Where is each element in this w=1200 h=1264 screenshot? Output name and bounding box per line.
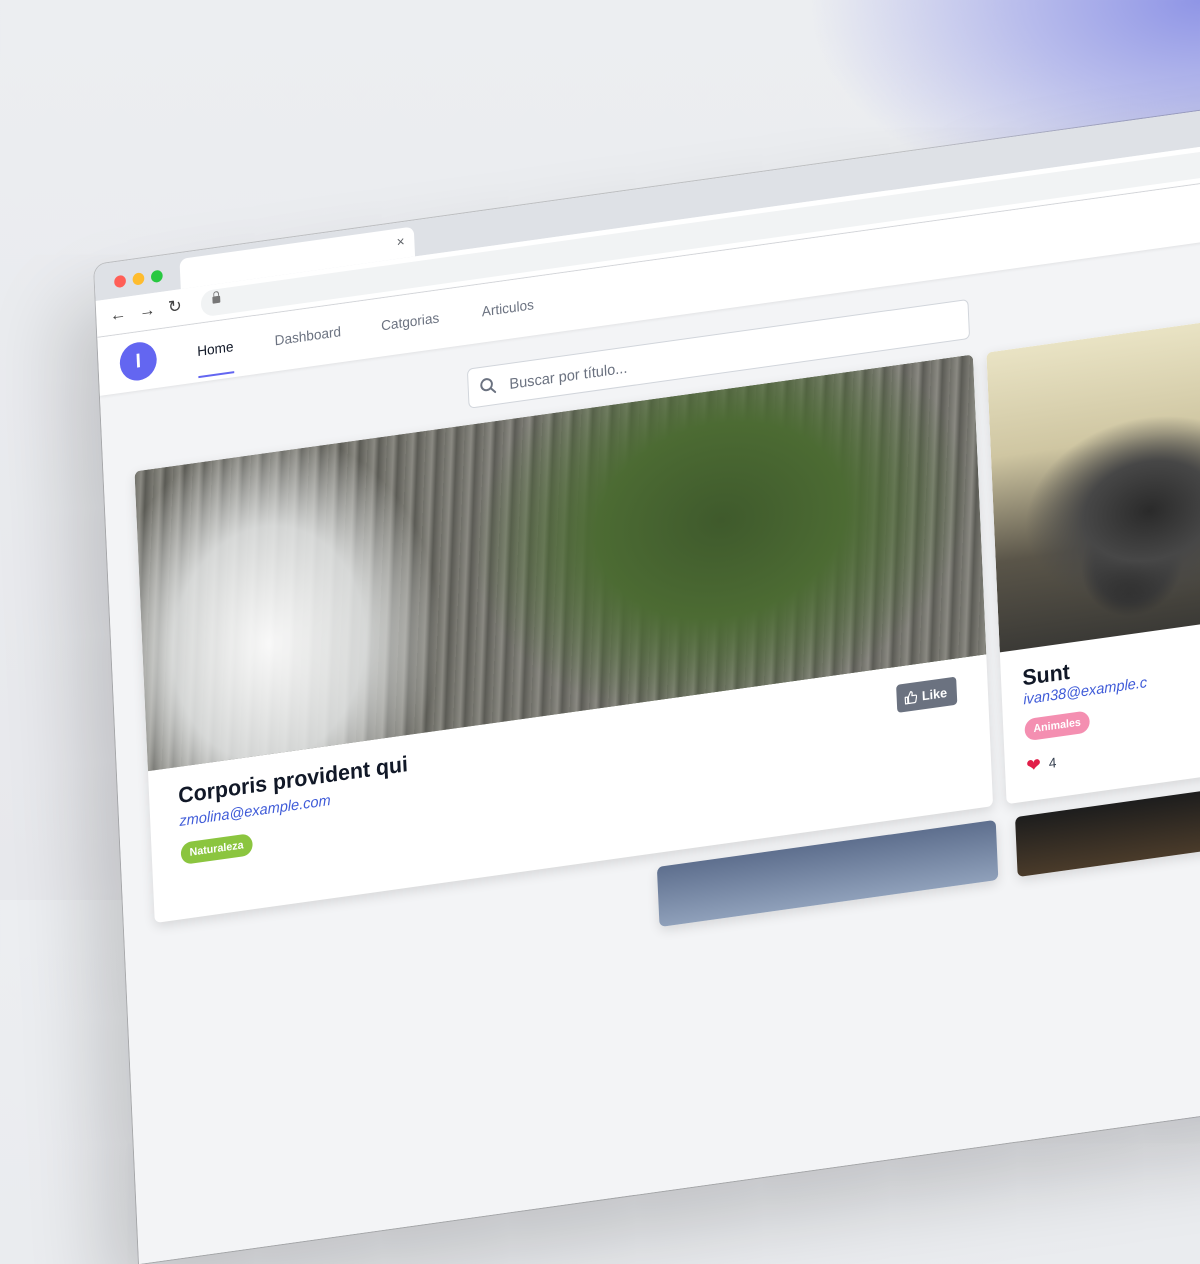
search-icon [480, 378, 497, 394]
like-label: Like [921, 684, 948, 703]
nav-link-dashboard[interactable]: Dashboard [274, 323, 341, 348]
nav-link-articulos[interactable]: Articulos [481, 296, 534, 319]
back-icon[interactable]: ← [109, 304, 126, 326]
window-controls [113, 269, 163, 289]
page: I Home Dashboard Catgorias Articulos Cor… [97, 159, 1200, 1264]
likes-indicator: ❤ 4 [1026, 753, 1057, 776]
heart-icon[interactable]: ❤ [1026, 754, 1042, 776]
category-tag[interactable]: Animales [1024, 710, 1091, 742]
browser-window: × ← → ↻ I Home Dashboard Catgorias Artic… [94, 86, 1200, 1264]
likes-count: 4 [1048, 754, 1057, 772]
nav-link-home[interactable]: Home [197, 338, 234, 359]
reload-icon[interactable]: ↻ [168, 296, 183, 318]
thumbs-up-icon [904, 690, 918, 705]
lock-icon [212, 295, 221, 304]
article-card[interactable]: Sunt ivan38@example.c Animales ❤ 4 [986, 301, 1200, 805]
category-tag[interactable]: Naturaleza [180, 833, 253, 866]
article-image [986, 301, 1200, 653]
close-tab-icon[interactable]: × [396, 233, 405, 250]
like-button[interactable]: Like [896, 676, 958, 713]
maximize-window-dot[interactable] [150, 269, 163, 284]
forward-icon[interactable]: → [139, 300, 156, 322]
article-image [134, 354, 987, 772]
minimize-window-dot[interactable] [132, 272, 145, 286]
close-window-dot[interactable] [113, 274, 127, 289]
nav-link-categorias[interactable]: Catgorias [381, 309, 440, 333]
app-logo[interactable]: I [119, 339, 158, 383]
